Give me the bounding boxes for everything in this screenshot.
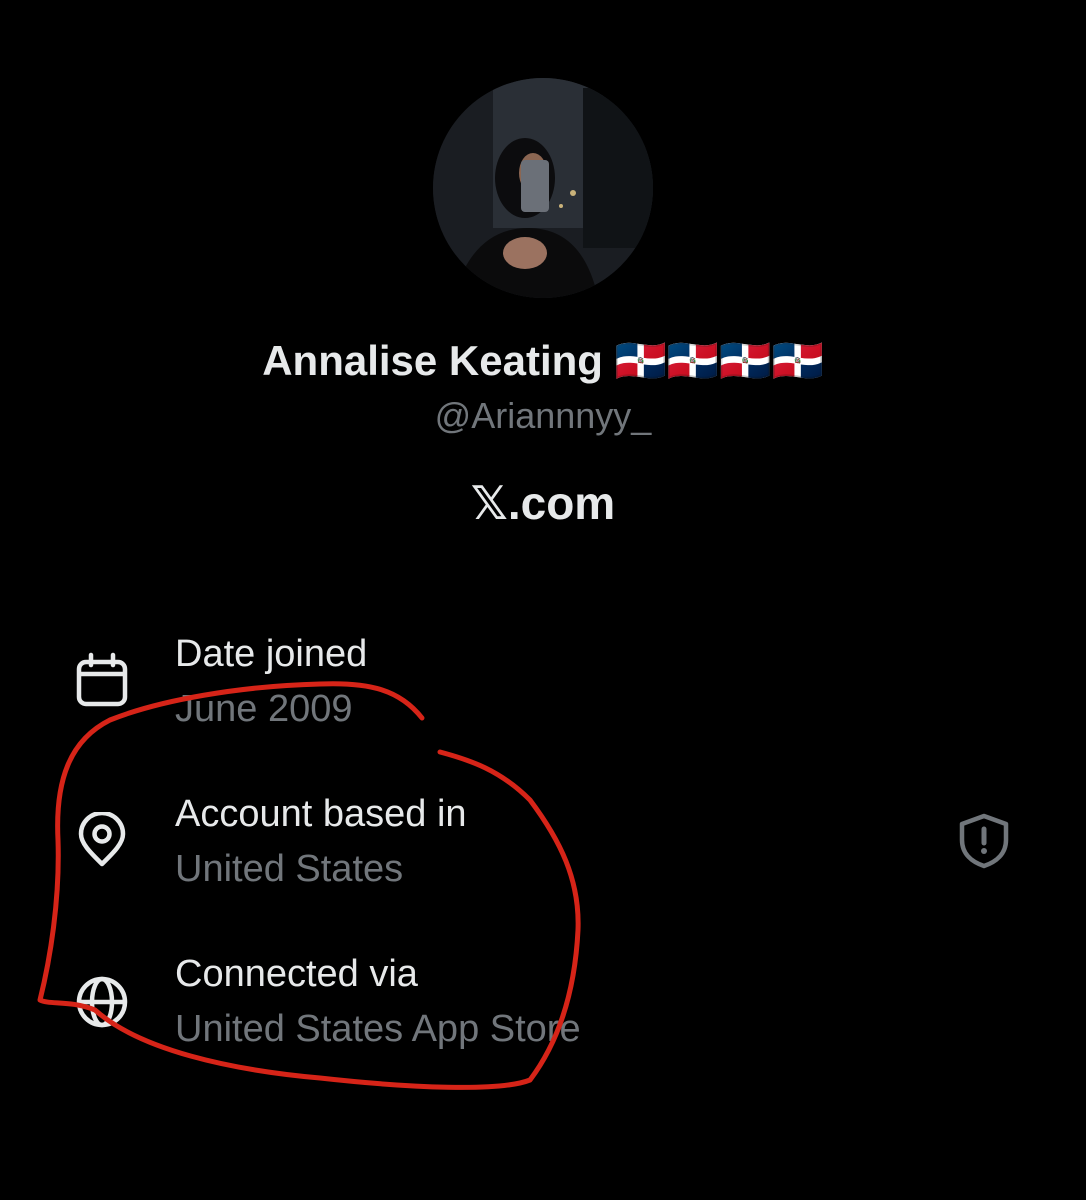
- source-label: 𝕏.com: [470, 477, 616, 529]
- account-based-in-label: Account based in: [175, 793, 467, 835]
- globe-icon: [76, 976, 128, 1028]
- profile-handle[interactable]: @Ariannnyy_: [0, 394, 1086, 438]
- profile-display-name: Annalise Keating 🇩🇴🇩🇴🇩🇴🇩🇴: [262, 337, 824, 384]
- avatar-photo: [433, 78, 653, 298]
- date-joined-value: June 2009: [175, 688, 353, 730]
- connected-via-value: United States App Store: [175, 1008, 581, 1050]
- date-joined-label: Date joined: [175, 633, 368, 675]
- account-based-in-value: United States: [175, 848, 404, 890]
- location-pin-icon: [78, 812, 126, 867]
- profile-avatar[interactable]: [433, 78, 653, 298]
- shield-alert-icon[interactable]: [955, 812, 1013, 870]
- connected-via-label: Connected via: [175, 953, 418, 995]
- calendar-icon: [76, 652, 128, 707]
